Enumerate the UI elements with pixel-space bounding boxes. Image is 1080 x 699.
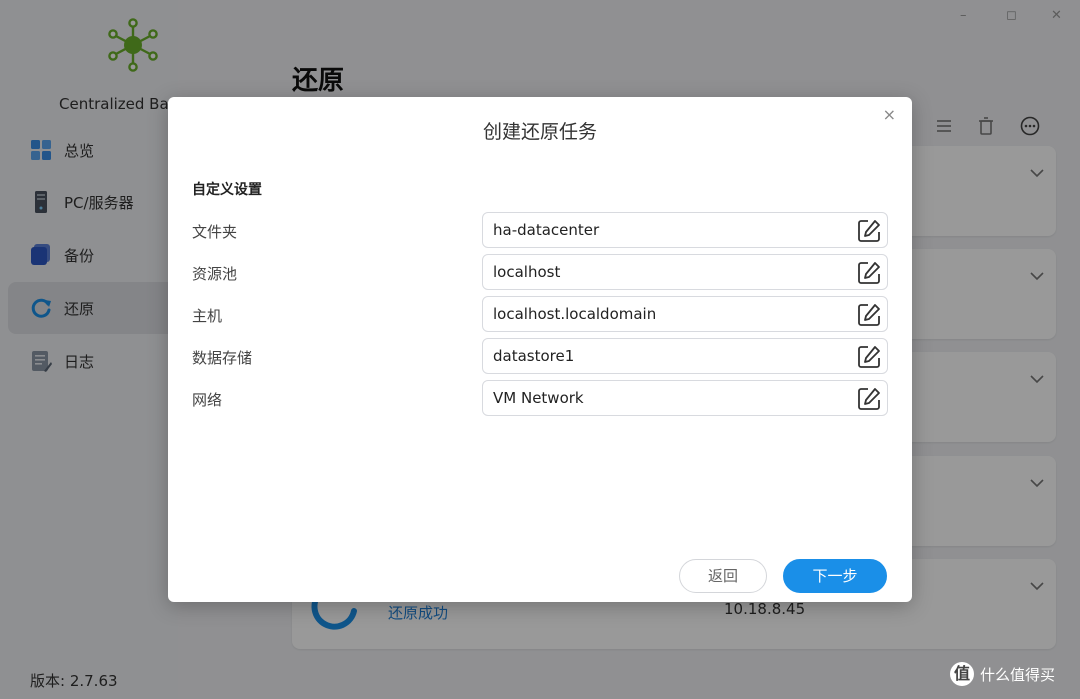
- field-label-folder: 文件夹: [192, 223, 238, 241]
- field-value: localhost: [493, 263, 561, 281]
- watermark: 值 什么值得买: [950, 662, 1055, 686]
- folder-field[interactable]: ha-datacenter: [482, 212, 888, 248]
- field-value: VM Network: [493, 389, 584, 407]
- watermark-text: 什么值得买: [980, 665, 1056, 684]
- field-value: localhost.localdomain: [493, 305, 657, 323]
- watermark-badge: 值: [950, 662, 974, 686]
- edit-icon[interactable]: [856, 218, 882, 244]
- close-icon[interactable]: ×: [883, 105, 896, 124]
- network-field[interactable]: VM Network: [482, 380, 888, 416]
- field-label-datastore: 数据存储: [192, 349, 253, 367]
- field-label-network: 网络: [192, 391, 223, 409]
- dialog-title: 创建还原任务: [482, 121, 597, 143]
- edit-icon[interactable]: [856, 302, 882, 328]
- host-field[interactable]: localhost.localdomain: [482, 296, 888, 332]
- edit-icon[interactable]: [856, 386, 882, 412]
- field-label-resource-pool: 资源池: [192, 265, 238, 283]
- next-button[interactable]: 下一步: [783, 559, 887, 593]
- field-value: ha-datacenter: [493, 221, 600, 239]
- resource-pool-field[interactable]: localhost: [482, 254, 888, 290]
- section-title: 自定义设置: [192, 182, 262, 198]
- edit-icon[interactable]: [856, 260, 882, 286]
- create-restore-task-dialog: 创建还原任务 × 自定义设置 文件夹 ha-datacenter 资源池 loc…: [168, 97, 912, 602]
- field-label-host: 主机: [192, 307, 223, 325]
- field-value: datastore1: [493, 347, 575, 365]
- edit-icon[interactable]: [856, 344, 882, 370]
- back-button[interactable]: 返回: [679, 559, 767, 593]
- datastore-field[interactable]: datastore1: [482, 338, 888, 374]
